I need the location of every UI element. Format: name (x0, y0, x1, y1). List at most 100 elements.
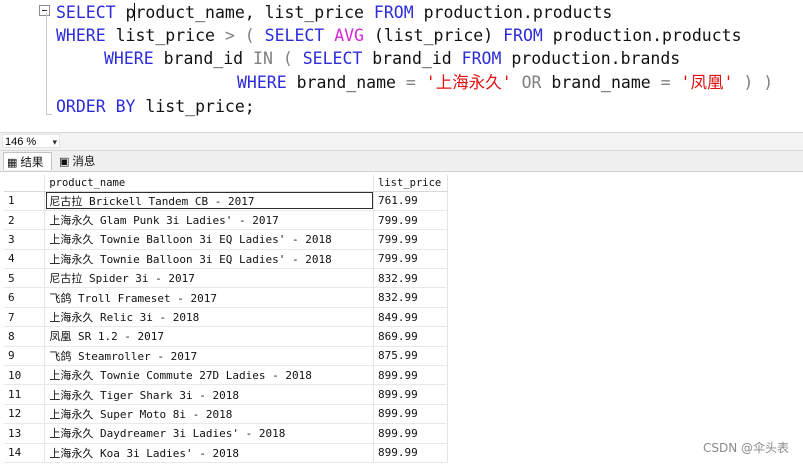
code-text: brand_id (362, 49, 462, 68)
row-number-cell[interactable]: 1 (4, 191, 46, 211)
row-number-cell[interactable]: 5 (4, 268, 46, 289)
list-price-cell[interactable]: 799.99 (373, 249, 448, 270)
list-price-cell[interactable]: 899.99 (373, 423, 448, 444)
row-number-cell[interactable]: 7 (4, 307, 46, 328)
operator-in: IN (253, 49, 273, 68)
row-number-header[interactable] (4, 175, 46, 192)
code-line-5[interactable]: ORDER BY list_price; (56, 96, 255, 118)
keyword-select: SELECT (264, 26, 325, 45)
product-name-cell[interactable]: 尼古拉 Brickell Tandem CB - 2017 (44, 191, 375, 211)
watermark: CSDN @伞头表 (702, 441, 789, 455)
table-row[interactable]: 8 凤凰 SR 1.2 - 2017 869.99 (4, 326, 448, 347)
row-number-cell[interactable]: 12 (4, 404, 46, 425)
code-text: list_price (105, 26, 225, 45)
row-number-cell[interactable]: 6 (4, 287, 46, 308)
table-row[interactable]: 9 飞鸽 Steamroller - 2017 875.99 (4, 346, 448, 367)
editor-status-bar: 146 % ▾ (0, 132, 803, 151)
list-price-cell[interactable]: 761.99 (373, 191, 448, 211)
outline-guide-end (46, 114, 52, 115)
table-row[interactable]: 11 上海永久 Tiger Shark 3i - 2018 899.99 (4, 384, 448, 405)
code-line-1[interactable]: SELECT product_name, list_price FROM pro… (56, 2, 612, 24)
product-name-cell[interactable]: 上海永久 Daydreamer 3i Ladies' - 2018 (44, 423, 375, 444)
row-number-cell[interactable]: 4 (4, 249, 46, 270)
product-name-cell[interactable]: 尼古拉 Spider 3i - 2017 (44, 268, 375, 289)
table-row[interactable]: 14 上海永久 Koa 3i Ladies' - 2018 899.99 (4, 443, 448, 463)
row-number-cell[interactable]: 9 (4, 346, 46, 367)
product-name-cell[interactable]: 上海永久 Koa 3i Ladies' - 2018 (44, 443, 375, 463)
code-text: ( (234, 26, 265, 45)
row-number-cell[interactable]: 8 (4, 326, 46, 347)
keyword-where: WHERE (56, 26, 106, 45)
table-row[interactable]: 3 上海永久 Townie Balloon 3i EQ Ladies' - 201… (4, 229, 448, 250)
code-text: brand_name (541, 73, 661, 92)
table-row[interactable]: 13 上海永久 Daydreamer 3i Ladies' - 2018 899.9… (4, 423, 448, 444)
product-name-cell[interactable]: 飞鸽 Troll Frameset - 2017 (44, 287, 375, 308)
product-name-cell[interactable]: 上海永久 Glam Punk 3i Ladies' - 2017 (44, 210, 375, 231)
row-number-cell[interactable]: 10 (4, 365, 46, 386)
list-price-cell[interactable]: 899.99 (373, 384, 448, 405)
grid-icon: ▦ (7, 156, 18, 169)
product-name-cell[interactable]: 上海永久 Relic 3i - 2018 (44, 307, 375, 328)
list-price-cell[interactable]: 799.99 (373, 210, 448, 231)
list-price-cell[interactable]: 869.99 (373, 326, 448, 347)
code-text: brand_id (153, 49, 254, 68)
sql-editor[interactable]: SELECT product_name, list_price FROM pro… (0, 0, 803, 132)
list-price-cell[interactable]: 875.99 (373, 346, 448, 367)
product-name-cell[interactable]: 上海永久 Townie Commute 27D Ladies - 2018 (44, 365, 375, 386)
results-tab-strip: ▦ 结果 ▣ 消息 (0, 151, 803, 172)
table-row[interactable]: 2 上海永久 Glam Punk 3i Ladies' - 2017 799.99 (4, 210, 448, 231)
product-name-cell[interactable]: 上海永久 Townie Balloon 3i EQ Ladies' - 2018 (44, 249, 375, 270)
table-row[interactable]: 5 尼古拉 Spider 3i - 2017 832.99 (4, 268, 448, 289)
list-price-cell[interactable]: 849.99 (373, 307, 448, 328)
collapse-toggle-icon[interactable] (39, 5, 50, 16)
code-line-4[interactable]: WHERE brand_name = '上海永久' OR brand_name … (237, 72, 773, 94)
list-price-cell[interactable]: 899.99 (373, 365, 448, 386)
table-row[interactable]: 6 飞鸽 Troll Frameset - 2017 832.99 (4, 287, 448, 308)
row-number-cell[interactable]: 2 (4, 210, 46, 231)
row-number-cell[interactable]: 11 (4, 384, 46, 405)
chevron-down-icon[interactable]: ▾ (52, 135, 57, 149)
list-price-cell[interactable]: 899.99 (373, 443, 448, 463)
list-price-cell[interactable]: 832.99 (373, 287, 448, 308)
code-text: ( (272, 49, 303, 68)
column-header-product-name[interactable]: product_name (44, 175, 375, 192)
string-literal: '上海永久' (425, 73, 512, 92)
list-price-cell[interactable]: 832.99 (373, 268, 448, 289)
code-line-3[interactable]: WHERE brand_id IN ( SELECT brand_id FROM… (104, 48, 680, 70)
zoom-select[interactable]: 146 % ▾ (2, 134, 60, 148)
code-line-2[interactable]: WHERE list_price > ( SELECT AVG (list_pr… (56, 25, 742, 47)
list-price-cell[interactable]: 899.99 (373, 404, 448, 425)
table-row[interactable]: 1 尼古拉 Brickell Tandem CB - 2017 761.99 (4, 191, 448, 211)
grid-header-row: product_name list_price (4, 175, 448, 192)
code-text: product_name, list_price (115, 3, 374, 22)
list-price-cell[interactable]: 799.99 (373, 229, 448, 250)
message-icon: ▣ (59, 155, 70, 168)
code-text: brand_name (286, 73, 406, 92)
code-text: (list_price) (364, 26, 504, 45)
tab-results[interactable]: ▦ 结果 (3, 152, 52, 170)
closing-parens: ) ) (743, 73, 774, 92)
table-row[interactable]: 7 上海永久 Relic 3i - 2018 849.99 (4, 307, 448, 328)
code-text: production.products (542, 26, 742, 45)
product-name-cell[interactable]: 飞鸽 Steamroller - 2017 (44, 346, 375, 367)
code-text: production.brands (501, 49, 681, 68)
table-row[interactable]: 12 上海永久 Super Moto 8i - 2018 899.99 (4, 404, 448, 425)
product-name-cell[interactable]: 上海永久 Townie Balloon 3i EQ Ladies' - 2018 (44, 229, 375, 250)
table-row[interactable]: 10 上海永久 Townie Commute 27D Ladies - 2018 8… (4, 365, 448, 386)
keyword-order-by: ORDER BY (56, 97, 136, 116)
row-number-cell[interactable]: 14 (4, 443, 46, 463)
tab-label: 消息 (72, 154, 96, 168)
tab-messages[interactable]: ▣ 消息 (56, 152, 104, 170)
column-header-list-price[interactable]: list_price (373, 175, 448, 192)
row-number-cell[interactable]: 13 (4, 423, 46, 444)
product-name-cell[interactable]: 凤凰 SR 1.2 - 2017 (44, 326, 375, 347)
results-grid[interactable]: product_name list_price 1 尼古拉 Brickell Ta… (4, 175, 448, 463)
table-row[interactable]: 4 上海永久 Townie Balloon 3i EQ Ladies' - 201… (4, 249, 448, 270)
row-number-cell[interactable]: 3 (4, 229, 46, 250)
keyword-select: SELECT (56, 3, 116, 22)
product-name-cell[interactable]: 上海永久 Super Moto 8i - 2018 (44, 404, 375, 425)
product-name-cell[interactable]: 上海永久 Tiger Shark 3i - 2018 (44, 384, 375, 405)
